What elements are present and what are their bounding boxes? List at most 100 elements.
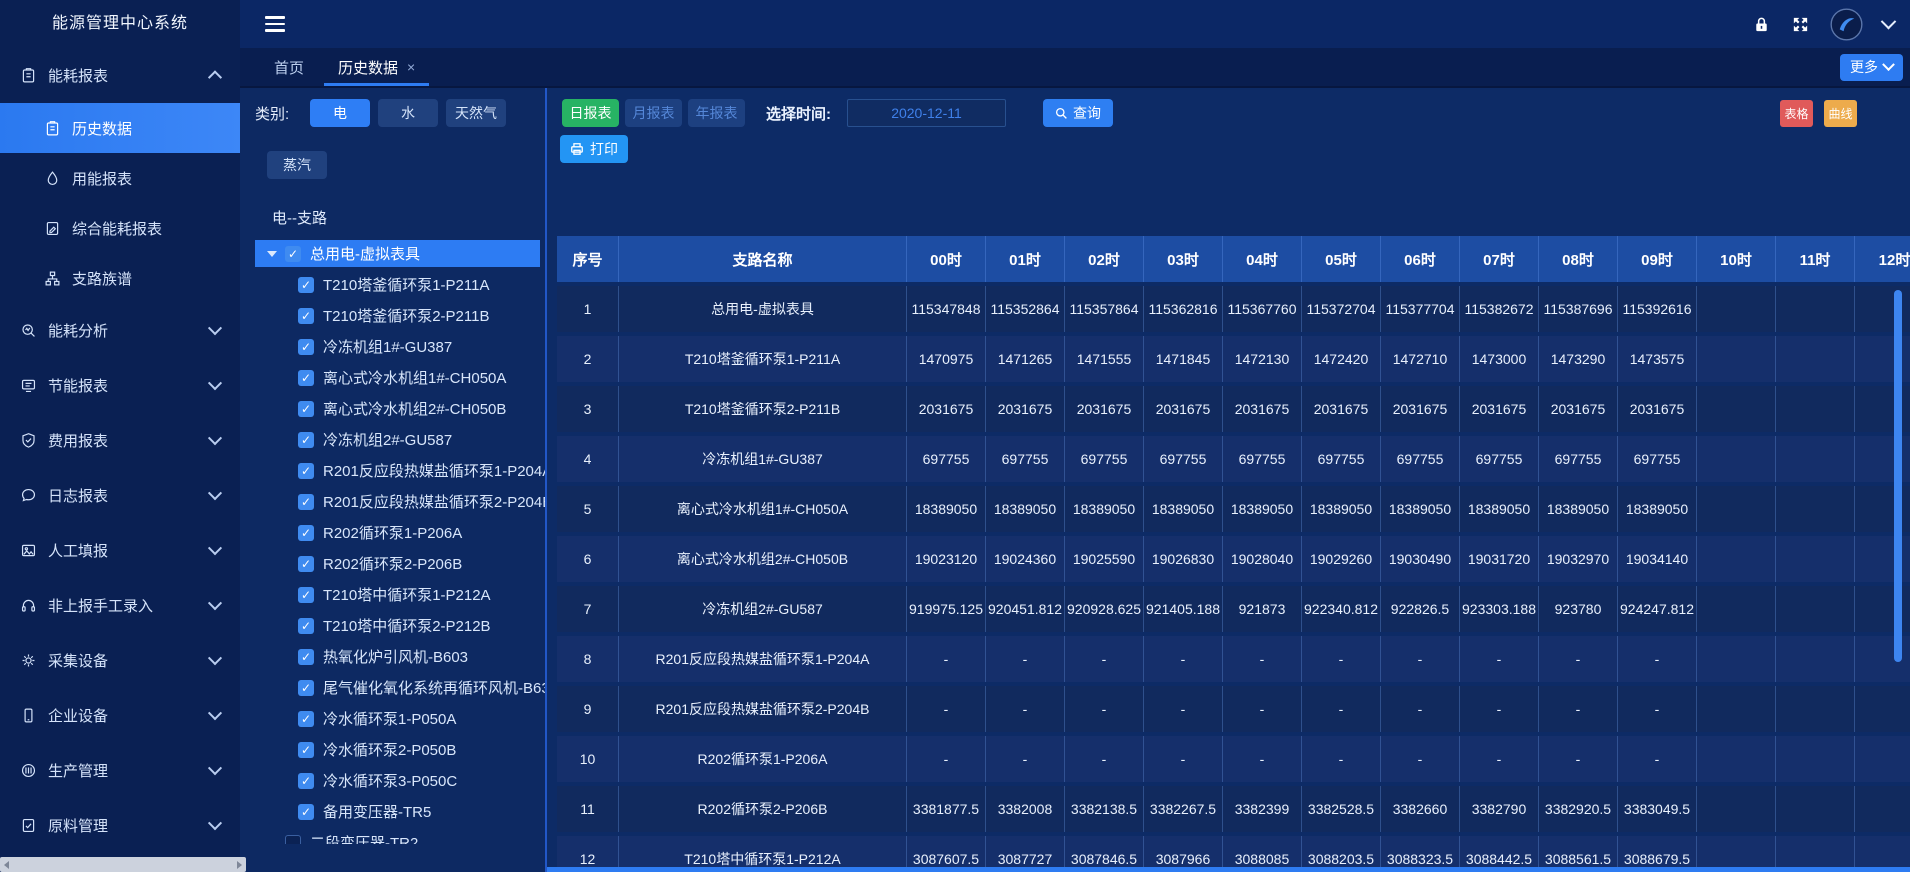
tree-node[interactable]: ✓R202循环泵2-P206B bbox=[240, 548, 545, 579]
vertical-scrollbar-thumb[interactable] bbox=[1894, 290, 1902, 662]
checkbox[interactable]: ✓ bbox=[298, 649, 314, 665]
sidebar-item-cost-report[interactable]: 费用报表 bbox=[0, 413, 240, 468]
horizontal-scrollbar[interactable] bbox=[547, 867, 1910, 872]
checkbox[interactable]: ✓ bbox=[298, 804, 314, 820]
tree-node[interactable]: ✓R202循环泵1-P206A bbox=[240, 517, 545, 548]
sidebar-item-log-report[interactable]: 日志报表 bbox=[0, 468, 240, 523]
checkbox[interactable]: ✓ bbox=[298, 308, 314, 324]
checkbox[interactable]: ✓ bbox=[298, 525, 314, 541]
tree-node[interactable]: ✓T210塔釜循环泵2-P211B bbox=[240, 300, 545, 331]
category-water[interactable]: 水 bbox=[378, 99, 438, 127]
tree-node[interactable]: ✓冷冻机组1#-GU387 bbox=[240, 331, 545, 362]
cell-value: 697755 bbox=[907, 436, 986, 482]
tab-history-data[interactable]: 历史数据 × bbox=[324, 48, 429, 86]
report-icon bbox=[20, 67, 37, 84]
sidebar-item-composite-energy-report[interactable]: 综合能耗报表 bbox=[0, 203, 240, 253]
column-header: 08时 bbox=[1539, 236, 1618, 282]
query-button[interactable]: 查询 bbox=[1043, 99, 1113, 127]
tree-node[interactable]: ✓热氧化炉引风机-B603 bbox=[240, 641, 545, 672]
curve-view-button[interactable]: 曲线 bbox=[1824, 100, 1857, 127]
checkbox[interactable]: ✓ bbox=[298, 773, 314, 789]
column-header: 序号 bbox=[557, 236, 619, 282]
caret-down-icon[interactable] bbox=[267, 251, 277, 257]
checkbox[interactable]: ✓ bbox=[285, 246, 301, 262]
cell-value: - bbox=[1381, 736, 1460, 782]
menu-toggle-icon[interactable] bbox=[265, 16, 285, 32]
checkbox[interactable]: ✓ bbox=[298, 742, 314, 758]
tree-node[interactable]: ✓T210塔中循环泵1-P212A bbox=[240, 579, 545, 610]
category-electricity[interactable]: 电 bbox=[310, 99, 370, 127]
more-button-label: 更多 bbox=[1850, 57, 1878, 77]
tree-node[interactable]: ✓R201反应段热媒盐循环泵2-P204B bbox=[240, 486, 545, 517]
checkbox[interactable] bbox=[285, 835, 301, 845]
sidebar-item-enterprise-device[interactable]: 企业设备 bbox=[0, 688, 240, 743]
sidebar-item-energy-saving-report[interactable]: 节能报表 bbox=[0, 358, 240, 413]
date-input[interactable]: 2020-12-11 bbox=[847, 99, 1006, 127]
cell-value bbox=[1697, 536, 1776, 582]
checkbox[interactable]: ✓ bbox=[298, 339, 314, 355]
tree-node[interactable]: ✓冷水循环泵2-P050B bbox=[240, 734, 545, 765]
tree-node[interactable]: ✓冷水循环泵3-P050C bbox=[240, 765, 545, 796]
checkbox[interactable]: ✓ bbox=[298, 370, 314, 386]
print-button[interactable]: 打印 bbox=[560, 135, 628, 163]
sidebar-item-energy-report[interactable]: 能耗报表 bbox=[0, 48, 240, 103]
tab-list: 首页历史数据 × bbox=[240, 48, 429, 86]
checkbox[interactable]: ✓ bbox=[298, 277, 314, 293]
tree-node[interactable]: ✓离心式冷水机组1#-CH050A bbox=[240, 362, 545, 393]
scroll-right-icon[interactable] bbox=[237, 861, 242, 869]
tree-node[interactable]: ✓R201反应段热媒盐循环泵1-P204A bbox=[240, 455, 545, 486]
checkbox[interactable]: ✓ bbox=[298, 463, 314, 479]
tree-node[interactable]: ✓T210塔中循环泵2-P212B bbox=[240, 610, 545, 641]
fullscreen-icon[interactable] bbox=[1791, 15, 1810, 34]
sidebar-item-non-report-manual-entry[interactable]: 非上报手工录入 bbox=[0, 578, 240, 633]
table-view-button[interactable]: 表格 bbox=[1780, 100, 1813, 127]
sidebar-hscrollbar[interactable] bbox=[0, 857, 246, 872]
checkbox[interactable]: ✓ bbox=[298, 401, 314, 417]
sidebar-item-history-data[interactable]: 历史数据 bbox=[0, 103, 240, 153]
tree-node[interactable]: 二段变压器-TR2 bbox=[240, 827, 545, 844]
tree-node[interactable]: ✓备用变压器-TR5 bbox=[240, 796, 545, 827]
sidebar-item-energy-use-report[interactable]: 用能报表 bbox=[0, 153, 240, 203]
sidebar-item-material-management[interactable]: 原料管理 bbox=[0, 798, 240, 853]
chevron-down-icon[interactable] bbox=[1881, 13, 1897, 29]
more-button[interactable]: 更多 bbox=[1840, 54, 1903, 81]
sidebar-item-production-management[interactable]: 生产管理 bbox=[0, 743, 240, 798]
category-natural-gas[interactable]: 天然气 bbox=[446, 99, 506, 127]
close-icon[interactable]: × bbox=[407, 59, 415, 75]
lock-icon[interactable] bbox=[1752, 15, 1771, 34]
avatar[interactable] bbox=[1830, 8, 1863, 41]
yearly-report-button[interactable]: 年报表 bbox=[688, 99, 745, 127]
scroll-left-icon[interactable] bbox=[4, 861, 9, 869]
checkbox[interactable]: ✓ bbox=[298, 618, 314, 634]
tree-node[interactable]: ✓T210塔釜循环泵1-P211A bbox=[240, 269, 545, 300]
cell-value: 18389050 bbox=[1618, 486, 1697, 532]
sidebar-item-collection-device[interactable]: 采集设备 bbox=[0, 633, 240, 688]
checkbox[interactable]: ✓ bbox=[298, 494, 314, 510]
cell-value bbox=[1776, 686, 1855, 732]
tree-node[interactable]: ✓冷冻机组2#-GU587 bbox=[240, 424, 545, 455]
column-header: 12时 bbox=[1855, 236, 1910, 282]
daily-report-button[interactable]: 日报表 bbox=[562, 99, 619, 127]
tab-label: 历史数据 bbox=[338, 57, 398, 78]
sidebar-item-energy-analysis[interactable]: 能耗分析 bbox=[0, 303, 240, 358]
category-steam[interactable]: 蒸汽 bbox=[267, 151, 327, 179]
tab-home[interactable]: 首页 bbox=[260, 48, 318, 86]
checkbox[interactable]: ✓ bbox=[298, 556, 314, 572]
cell-value: 3382267.5 bbox=[1144, 786, 1223, 832]
tree-node[interactable]: ✓冷水循环泵1-P050A bbox=[240, 703, 545, 734]
tree-node[interactable]: ✓离心式冷水机组2#-CH050B bbox=[240, 393, 545, 424]
sidebar-item-manual-fill[interactable]: 人工填报 bbox=[0, 523, 240, 578]
tree-node[interactable]: ✓尾气催化氧化系统再循环风机-B631 bbox=[240, 672, 545, 703]
cell-value: 18389050 bbox=[1302, 486, 1381, 532]
checkbox[interactable]: ✓ bbox=[298, 680, 314, 696]
tree-node[interactable]: ✓总用电-虚拟表具 bbox=[255, 240, 540, 267]
checkbox[interactable]: ✓ bbox=[298, 432, 314, 448]
monthly-report-button[interactable]: 月报表 bbox=[625, 99, 682, 127]
cell-value: - bbox=[1539, 686, 1618, 732]
cell-value bbox=[1776, 586, 1855, 632]
sidebar-item-branch-genealogy[interactable]: 支路族谱 bbox=[0, 253, 240, 303]
checkbox[interactable]: ✓ bbox=[298, 711, 314, 727]
topbar bbox=[240, 0, 1910, 48]
checkbox[interactable]: ✓ bbox=[298, 587, 314, 603]
cell-value: 115387696 bbox=[1539, 286, 1618, 332]
